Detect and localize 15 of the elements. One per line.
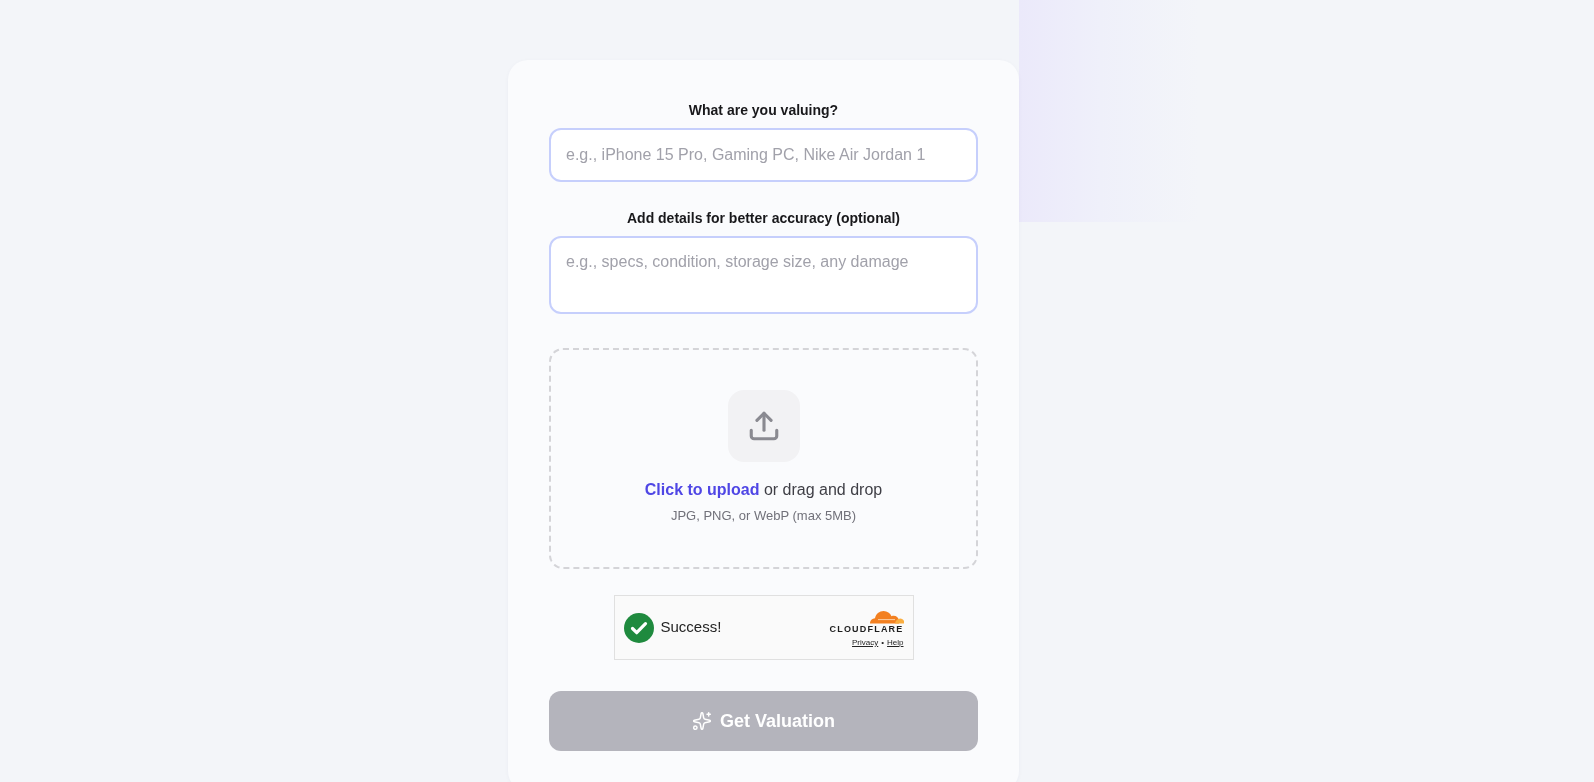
field-label: What are you valuing?	[687, 101, 840, 120]
upload-icon	[727, 390, 800, 462]
brand-wordmark: CLOUDFLARE	[829, 624, 904, 635]
text-input[interactable]: e.g., iPhone 15 Pro, Gaming PC, Nike Air Jordan 1	[549, 128, 978, 182]
captcha-status-text: Success!	[660, 617, 722, 638]
upload-link[interactable]: Click to upload	[644, 481, 760, 498]
field-label: Add details for better accuracy (optional)	[625, 209, 902, 228]
upload-dropzone[interactable]: Click to upload or drag and drop JPG, PNG, or WebP (max 5MB)	[549, 348, 978, 569]
link-separator: •	[881, 638, 885, 648]
file-format-hint: JPG, PNG, or WebP (max 5MB)	[670, 507, 857, 525]
footer-link[interactable]: Privacy	[852, 638, 879, 648]
details-textarea[interactable]: e.g., specs, condition, storage size, any damage	[549, 236, 978, 314]
footer-link[interactable]: Help	[887, 638, 904, 648]
upload-instructions: Click to upload or drag and drop	[644, 480, 883, 500]
sparkles-icon	[692, 711, 712, 731]
